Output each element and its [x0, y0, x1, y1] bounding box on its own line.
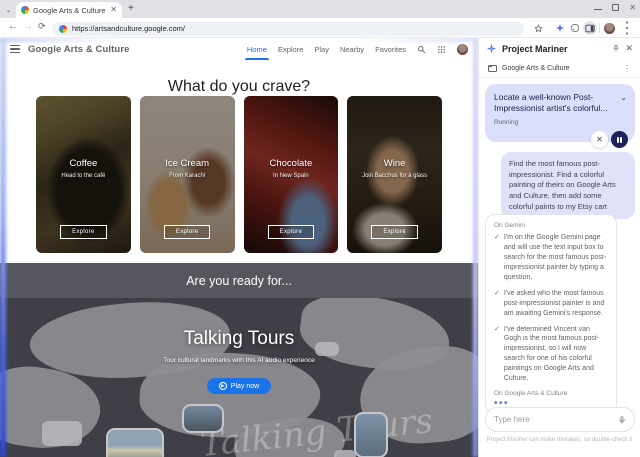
tour-bubble-taj-mahal[interactable] — [106, 428, 164, 457]
message-input[interactable] — [494, 415, 614, 424]
back-button[interactable]: ← — [8, 22, 18, 32]
chevron-down-icon[interactable]: ⌄ — [620, 93, 627, 102]
site-profile-avatar[interactable] — [457, 43, 468, 55]
card-title: Coffee — [69, 158, 98, 169]
card-title: Wine — [383, 158, 406, 169]
card-subtitle: Head to the café — [61, 173, 106, 179]
ready-section: Are you ready for... — [0, 263, 478, 298]
tour-bubble-statue[interactable] — [182, 404, 224, 433]
play-now-button[interactable]: ▶ Play now — [206, 378, 272, 394]
window-close-button[interactable]: ✕ — [629, 4, 636, 12]
panel-context-row[interactable]: Google Arts & Culture ⋮ — [479, 59, 640, 78]
forward-button[interactable]: → — [23, 22, 33, 32]
browser-profile-avatar[interactable] — [604, 22, 615, 34]
ready-title: Are you ready for... — [186, 273, 292, 288]
context-menu-icon[interactable]: ⋮ — [623, 64, 631, 73]
message-input-container[interactable] — [485, 407, 635, 432]
card-wine[interactable]: Wine Join Bacchus for a glass Explore — [347, 96, 442, 253]
project-mariner-panel: Project Mariner ✕ Google Arts & Culture … — [478, 38, 640, 457]
side-panel-icon[interactable] — [583, 21, 597, 35]
arts-culture-favicon — [21, 6, 29, 14]
history-icon[interactable] — [568, 21, 582, 35]
new-tab-button[interactable]: + — [128, 4, 134, 14]
pause-icon — [617, 136, 622, 143]
agent-step: ✓ I've asked who the most famous post-im… — [494, 289, 605, 317]
nav-nearby[interactable]: Nearby — [340, 45, 364, 54]
tour-bubble-placeholder — [334, 450, 356, 457]
mariner-glow-left — [0, 38, 6, 457]
task-card[interactable]: Locate a well-known Post-Impressionist a… — [485, 84, 635, 148]
agent-step: ✓ I'm on the Google Gemini page and will… — [494, 234, 607, 281]
card-title: Chocolate — [269, 158, 313, 169]
window-restore-button[interactable] — [612, 3, 620, 13]
check-icon: ✓ — [494, 234, 500, 241]
mariner-glow-top — [0, 38, 478, 42]
site-nav: Home Explore Play Nearby Favorites — [244, 43, 468, 60]
menu-icon[interactable] — [10, 44, 20, 54]
pin-icon[interactable] — [612, 44, 620, 53]
address-favicon — [59, 24, 67, 33]
url-text: https://artsandculture.google.com/ — [72, 24, 185, 33]
page-title: What do you crave? — [167, 78, 311, 95]
explore-button[interactable]: Explore — [163, 225, 211, 239]
explore-button[interactable]: Explore — [371, 225, 418, 239]
site-logo[interactable]: Google Arts & Culture — [28, 44, 130, 55]
card-subtitle: In New Spain — [273, 173, 309, 179]
user-message: Find the most famous post-impressionist.… — [501, 152, 635, 220]
pause-task-button[interactable] — [611, 131, 628, 148]
agent-step: ✓ I've determined Vincent van Gogh is th… — [494, 325, 600, 383]
card-ice-cream[interactable]: Ice Cream From Karachi Explore — [139, 96, 235, 253]
stop-task-button[interactable]: ✕ — [591, 131, 608, 148]
nav-play[interactable]: Play — [314, 45, 329, 54]
card-title: Ice Cream — [165, 158, 210, 169]
microphone-icon[interactable] — [618, 415, 626, 425]
steps-section-label: On Gemini — [494, 222, 526, 229]
steps-section-label: On Google Arts & Culture — [494, 390, 568, 398]
agent-steps-card: On Gemini ✓ I'm on the Google Gemini pag… — [485, 214, 617, 415]
nav-home[interactable]: Home — [244, 45, 269, 60]
panel-title: Project Mariner — [502, 43, 568, 54]
nav-favorites[interactable]: Favorites — [375, 45, 406, 54]
mariner-logo-icon — [486, 43, 497, 54]
tour-bubble-statue-of-liberty[interactable] — [354, 412, 388, 457]
panel-close-icon[interactable]: ✕ — [625, 43, 633, 54]
talking-tours-section: Talking Tours Talking Tours Tour cultura… — [0, 298, 478, 457]
context-tab-label: Google Arts & Culture — [502, 64, 570, 72]
check-icon: ✓ — [494, 289, 500, 297]
nav-explore[interactable]: Explore — [278, 45, 303, 54]
search-icon[interactable] — [417, 45, 426, 54]
tab-title: Google Arts & Culture — [33, 5, 106, 15]
window-minimize-button[interactable] — [594, 4, 603, 12]
mariner-extension-icon[interactable] — [553, 21, 567, 35]
tab-search-icon[interactable]: ⌄ — [3, 4, 14, 15]
apps-grid-icon[interactable] — [437, 45, 446, 54]
check-icon: ✓ — [494, 325, 500, 333]
toolbar-divider — [599, 23, 600, 33]
tab-icon — [488, 64, 497, 72]
explore-button[interactable]: Explore — [60, 225, 107, 239]
card-subtitle: Join Bacchus for a glass — [362, 173, 428, 179]
task-title: Locate a well-known Post-Impressionist a… — [494, 92, 608, 114]
play-icon: ▶ — [218, 382, 227, 390]
tab-close-icon[interactable]: ✕ — [110, 6, 117, 14]
address-bar[interactable]: https://artsandculture.google.com/ — [52, 21, 524, 36]
disclaimer-text: Project Mariner can make mistakes, so do… — [486, 437, 633, 443]
tours-subtitle: Tour cultural landmarks with this AI aud… — [163, 357, 315, 364]
mariner-glow-right — [473, 38, 478, 457]
panel-header: Project Mariner ✕ — [479, 38, 640, 59]
task-status: Running — [494, 118, 519, 126]
card-coffee[interactable]: Coffee Head to the café Explore — [36, 96, 131, 253]
tours-title: Talking Tours — [183, 328, 295, 349]
browser-tab[interactable]: Google Arts & Culture ✕ — [16, 2, 122, 18]
webpage-viewport: Google Arts & Culture Home Explore Play … — [0, 38, 478, 457]
card-subtitle: From Karachi — [169, 173, 206, 179]
browser-tab-strip: ⌄ Google Arts & Culture ✕ + ✕ — [0, 0, 640, 18]
explore-button[interactable]: Explore — [267, 225, 315, 239]
browser-menu-icon[interactable]: ⋮ — [619, 20, 635, 37]
crave-cards: Coffee Head to the café Explore Ice Crea… — [36, 96, 442, 253]
bookmark-star-icon[interactable] — [531, 21, 545, 35]
card-chocolate[interactable]: Chocolate In New Spain Explore — [243, 96, 339, 253]
reload-button[interactable]: ⟳ — [38, 22, 46, 31]
tour-bubble-placeholder — [42, 421, 82, 446]
